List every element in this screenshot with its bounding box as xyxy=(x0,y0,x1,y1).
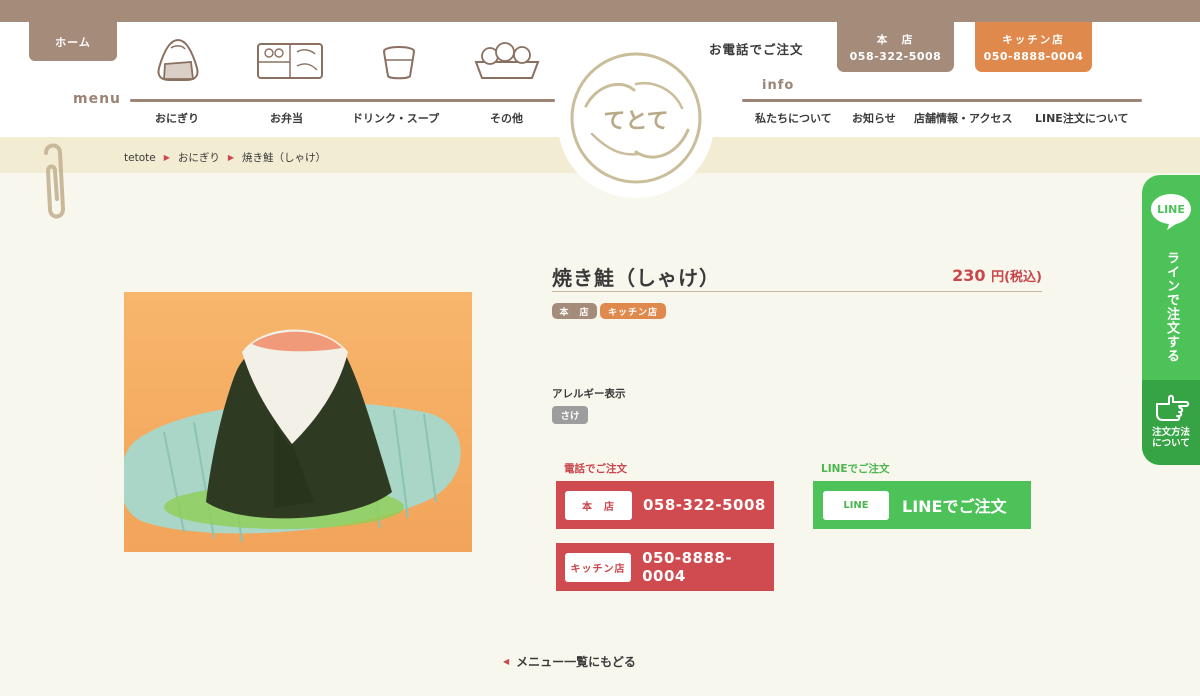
info-heading: info xyxy=(762,78,795,93)
phone-order-label: お電話でご注文 xyxy=(709,42,804,57)
price-unit: 円(税込) xyxy=(991,270,1042,285)
nav-news[interactable]: お知らせ xyxy=(852,110,896,126)
store-chip: キッチン店 xyxy=(565,552,632,582)
back-arrow-icon: ◀ xyxy=(503,657,510,666)
line-badge-icon: LINE xyxy=(1151,194,1191,230)
line-badge-text: LINE xyxy=(1157,203,1185,216)
store-name: キッチン店 xyxy=(1002,33,1065,46)
line-order-button[interactable]: LINE LINEでご注文 xyxy=(813,481,1031,529)
phone-number: 058-322-5008 xyxy=(643,496,766,514)
paperclip-icon xyxy=(44,143,66,219)
breadcrumb-home[interactable]: tetote xyxy=(124,152,156,164)
fried-food-icon[interactable] xyxy=(472,38,542,82)
kitchen-store-phone-button[interactable]: キッチン店 050-8888-0004 xyxy=(975,22,1092,72)
side-line-order-tab[interactable]: LINE ラインで注文する 注文方法 について xyxy=(1142,175,1200,465)
product-title: 焼き鮭（しゃけ） xyxy=(552,266,720,290)
product-price: 230 円(税込) xyxy=(952,266,1042,285)
nav-about[interactable]: 私たちについて xyxy=(755,110,832,126)
pointing-hand-icon xyxy=(1156,394,1190,421)
store-tag-main: 本 店 xyxy=(552,303,597,319)
allergy-heading: アレルギー表示 xyxy=(552,388,626,400)
info-divider xyxy=(742,99,1142,102)
nav-line-order-info[interactable]: LINE注文について xyxy=(1035,110,1129,126)
main-store-phone-button[interactable]: 本 店 058-322-5008 xyxy=(837,22,954,72)
side-how-to-section[interactable]: 注文方法 について xyxy=(1142,380,1200,465)
line-order-heading: LINEでご注文 xyxy=(821,463,890,475)
home-button[interactable]: ホーム xyxy=(29,22,117,61)
logo-circle[interactable]: てとて xyxy=(558,50,714,198)
line-order-text: LINEでご注文 xyxy=(902,497,1007,516)
breadcrumb: tetote ▶ おにぎり ▶ 焼き鮭（しゃけ） xyxy=(124,150,326,165)
store-tag-kitchen: キッチン店 xyxy=(600,303,666,319)
onigiri-icon[interactable] xyxy=(155,36,201,84)
store-phone: 050-8888-0004 xyxy=(983,49,1084,63)
product-photo xyxy=(124,292,472,552)
nav-store-access[interactable]: 店舗情報・アクセス xyxy=(914,110,1012,126)
price-number: 230 xyxy=(952,266,986,285)
bento-icon[interactable] xyxy=(255,40,325,82)
store-chip: 本 店 xyxy=(565,490,632,520)
how-to-line-1: 注文方法 xyxy=(1151,427,1190,438)
nav-other[interactable]: その他 xyxy=(490,110,523,126)
store-name: 本 店 xyxy=(876,33,915,46)
call-main-store-button[interactable]: 本 店 058-322-5008 xyxy=(556,481,774,529)
how-to-line-2: について xyxy=(1152,438,1190,449)
phone-number: 050-8888-0004 xyxy=(642,549,733,585)
menu-divider xyxy=(130,99,555,102)
menu-heading: menu xyxy=(73,91,122,107)
logo-text: てとて xyxy=(603,109,668,134)
side-tab-text: ラインで注文する xyxy=(1164,251,1179,363)
title-divider xyxy=(552,291,1042,292)
breadcrumb-arrow-icon: ▶ xyxy=(163,153,170,162)
tel-order-heading: 電話でご注文 xyxy=(564,463,627,475)
store-phone: 058-322-5008 xyxy=(849,49,942,63)
how-to-order-label: 注文方法 について xyxy=(1142,427,1200,449)
back-link-label: メニュー一覧にもどる xyxy=(516,655,636,669)
nav-onigiri[interactable]: おにぎり xyxy=(155,110,199,126)
nav-drink-soup[interactable]: ドリンク・スープ xyxy=(352,110,439,126)
breadcrumb-arrow-icon: ▶ xyxy=(227,153,235,162)
back-to-menu-link[interactable]: ◀ メニュー一覧にもどる xyxy=(503,653,636,670)
nav-bento[interactable]: お弁当 xyxy=(270,110,303,126)
allergen-badge: さけ xyxy=(552,406,588,424)
breadcrumb-category[interactable]: おにぎり xyxy=(178,150,220,165)
call-kitchen-store-button[interactable]: キッチン店 050-8888-0004 xyxy=(556,543,774,591)
breadcrumb-current: 焼き鮭（しゃけ） xyxy=(242,152,327,164)
tetote-logo: てとて xyxy=(570,52,702,184)
soup-cup-icon[interactable] xyxy=(380,42,418,82)
line-chip: LINE xyxy=(823,490,889,520)
top-bar xyxy=(0,0,1200,22)
